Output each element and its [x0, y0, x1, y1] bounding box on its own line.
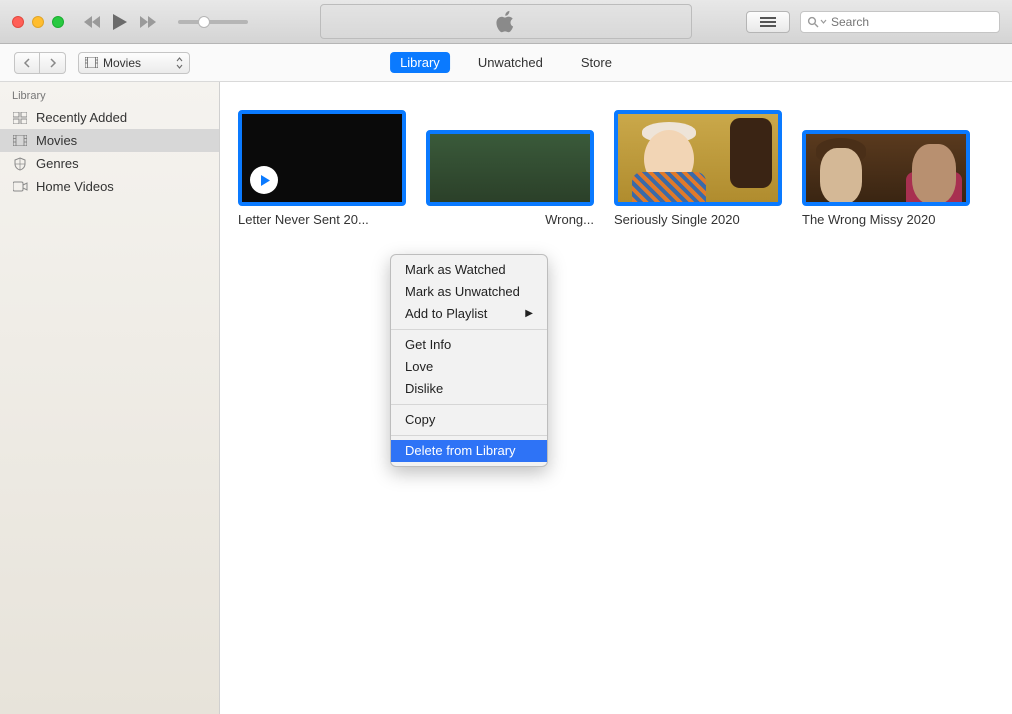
menu-add-to-playlist[interactable]: Add to Playlist ▶ [391, 303, 547, 325]
movie-item[interactable]: Wrong... [426, 130, 594, 227]
next-button[interactable] [138, 15, 156, 29]
movie-title: Seriously Single 2020 [614, 212, 782, 227]
chevron-right-icon: ▶ [525, 305, 533, 323]
sidebar-header: Library [0, 86, 219, 106]
movie-item[interactable]: The Wrong Missy 2020 [802, 130, 970, 227]
play-button[interactable] [112, 13, 128, 31]
menu-label: Add to Playlist [405, 305, 487, 323]
sidebar-item-recently-added[interactable]: Recently Added [0, 106, 219, 129]
nav-buttons [14, 52, 66, 74]
volume-slider[interactable] [178, 20, 248, 24]
sidebar-item-home-videos[interactable]: Home Videos [0, 175, 219, 198]
tab-library[interactable]: Library [390, 52, 450, 73]
sidebar-item-genres[interactable]: Genres [0, 152, 219, 175]
menu-dislike[interactable]: Dislike [391, 378, 547, 400]
sidebar-item-label: Home Videos [36, 179, 114, 194]
view-mode-button[interactable] [746, 11, 790, 33]
menu-mark-unwatched[interactable]: Mark as Unwatched [391, 281, 547, 303]
menu-delete-from-library[interactable]: Delete from Library [391, 440, 547, 462]
camera-icon [12, 180, 28, 194]
movie-thumbnail[interactable] [802, 130, 970, 206]
movie-grid: Letter Never Sent 20... Wrong... [238, 110, 994, 227]
menu-get-info[interactable]: Get Info [391, 334, 547, 356]
search-icon [807, 16, 827, 28]
tab-unwatched[interactable]: Unwatched [468, 52, 553, 73]
movie-title: The Wrong Missy 2020 [802, 212, 970, 227]
close-window-button[interactable] [12, 16, 24, 28]
search-field[interactable] [800, 11, 1000, 33]
maximize-window-button[interactable] [52, 16, 64, 28]
apple-logo-icon [496, 10, 516, 34]
movie-item[interactable]: Letter Never Sent 20... [238, 110, 406, 227]
back-button[interactable] [14, 52, 40, 74]
menu-separator [391, 435, 547, 436]
forward-button[interactable] [40, 52, 66, 74]
play-overlay-icon[interactable] [250, 166, 278, 194]
now-playing-display [320, 4, 692, 39]
sidebar-item-label: Movies [36, 133, 77, 148]
titlebar-right [746, 11, 1000, 33]
movie-item[interactable]: Seriously Single 2020 [614, 110, 782, 227]
previous-button[interactable] [84, 15, 102, 29]
film-icon [12, 134, 28, 148]
menu-copy[interactable]: Copy [391, 409, 547, 431]
updown-icon [176, 57, 183, 69]
movie-thumbnail[interactable] [426, 130, 594, 206]
category-label: Movies [103, 56, 141, 70]
movie-title: Letter Never Sent 20... [238, 212, 406, 227]
grid-icon [12, 111, 28, 125]
shield-icon [12, 157, 28, 171]
film-icon [85, 57, 98, 68]
movie-title: Wrong... [426, 212, 594, 227]
context-menu: Mark as Watched Mark as Unwatched Add to… [390, 254, 548, 467]
movie-thumbnail[interactable] [238, 110, 406, 206]
view-tabs: Library Unwatched Store [390, 52, 622, 73]
content-area: Letter Never Sent 20... Wrong... [220, 82, 1012, 714]
volume-knob[interactable] [198, 16, 210, 28]
sidebar-item-label: Recently Added [36, 110, 127, 125]
menu-mark-watched[interactable]: Mark as Watched [391, 259, 547, 281]
menu-love[interactable]: Love [391, 356, 547, 378]
sidebar: Library Recently Added Movies Genres Hom… [0, 82, 220, 714]
search-input[interactable] [831, 15, 993, 29]
menu-separator [391, 329, 547, 330]
playback-controls [84, 13, 248, 31]
titlebar [0, 0, 1012, 44]
movie-thumbnail[interactable] [614, 110, 782, 206]
menu-separator [391, 404, 547, 405]
toolbar: Movies Library Unwatched Store [0, 44, 1012, 82]
sidebar-item-label: Genres [36, 156, 79, 171]
tab-store[interactable]: Store [571, 52, 622, 73]
window-controls [12, 16, 64, 28]
minimize-window-button[interactable] [32, 16, 44, 28]
category-select[interactable]: Movies [78, 52, 190, 74]
sidebar-item-movies[interactable]: Movies [0, 129, 219, 152]
